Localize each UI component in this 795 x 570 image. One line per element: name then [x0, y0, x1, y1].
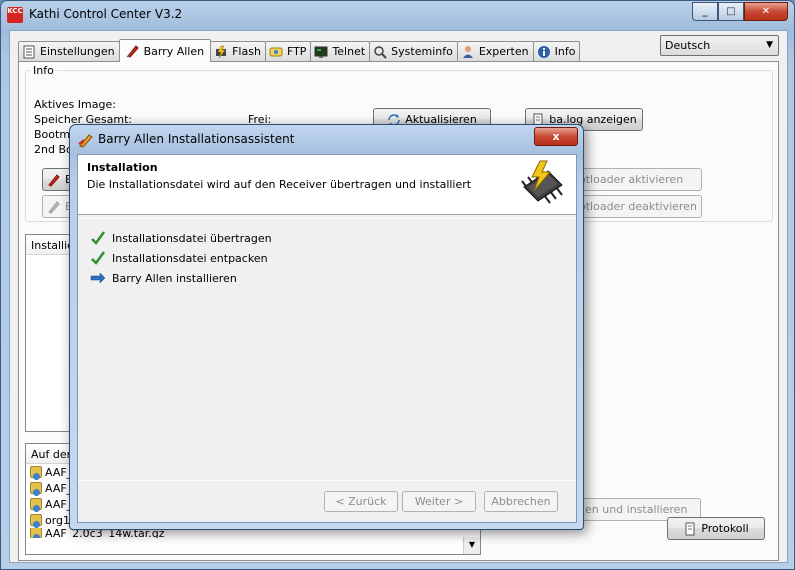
tab-label: Telnet	[332, 45, 366, 58]
archive-icon	[30, 482, 42, 496]
barry-allen-icon	[126, 45, 139, 58]
close-button[interactable]: ✕	[744, 2, 788, 21]
step-label: Installationsdatei entpacken	[112, 251, 268, 265]
cancel-button[interactable]: Abbrechen	[484, 491, 558, 512]
telnet-icon	[314, 46, 328, 58]
installer-dialog: Barry Allen Installationsassistent x Ins…	[69, 124, 584, 530]
back-button[interactable]: < Zurück	[324, 491, 398, 512]
tab-label: Barry Allen	[143, 44, 205, 58]
tab-barry-allen[interactable]: Barry Allen	[118, 39, 212, 62]
step-unpack: Installationsdatei entpacken	[90, 248, 272, 268]
tab-telnet[interactable]: Telnet	[310, 41, 371, 61]
barry-allen-icon	[48, 173, 60, 187]
active-image-label: Aktives Image:	[34, 98, 116, 111]
minimize-button[interactable]: _	[692, 2, 718, 21]
checkmark-icon	[91, 251, 106, 265]
tab-bar: Einstellungen Barry Allen Flash FTP Teln…	[18, 39, 581, 62]
checkmark-icon	[91, 231, 106, 245]
chevron-down-icon: ▼	[766, 40, 773, 50]
bootloader-activate-button[interactable]: otloader aktivieren	[566, 168, 702, 191]
tab-ftp[interactable]: FTP	[264, 41, 312, 61]
info-icon	[537, 45, 550, 58]
step-install: Barry Allen installieren	[90, 268, 272, 288]
dialog-client-area: Installation Die Installationsdatei wird…	[77, 154, 577, 523]
tab-systeminfo[interactable]: Systeminfo	[369, 41, 458, 61]
app-logo-icon: KCC	[7, 7, 23, 23]
settings-icon	[23, 45, 35, 58]
tab-info[interactable]: Info	[532, 41, 581, 61]
dialog-header: Installation Die Installationsdatei wird…	[78, 155, 576, 215]
barry-allen-icon	[78, 134, 93, 148]
window-controls: _ □ ✕	[692, 2, 788, 21]
download-install-label: den und installieren	[578, 503, 688, 516]
tab-label: Info	[554, 45, 576, 58]
chip-icon	[521, 160, 563, 204]
dialog-title: Barry Allen Installationsassistent	[98, 132, 295, 146]
barry-allen-disabled-icon	[48, 200, 60, 214]
experten-icon	[462, 45, 473, 58]
protokoll-button[interactable]: Protokoll	[667, 517, 765, 540]
maximize-button[interactable]: □	[718, 2, 744, 21]
tab-label: Einstellungen	[40, 45, 115, 58]
bootloader-deactivate-label: otloader deaktivieren	[579, 200, 697, 213]
step-label: Barry Allen installieren	[112, 271, 237, 285]
protokoll-label: Protokoll	[701, 522, 749, 535]
tab-einstellungen[interactable]: Einstellungen	[18, 41, 120, 61]
document-icon	[685, 522, 695, 535]
flash-icon	[216, 45, 227, 58]
tab-label: Experten	[478, 45, 529, 58]
dialog-header-title: Installation	[87, 161, 158, 174]
tab-label: FTP	[286, 45, 307, 58]
arrow-right-icon	[90, 272, 106, 284]
tab-label: Systeminfo	[391, 45, 453, 58]
step-transfer: Installationsdatei übertragen	[90, 228, 272, 248]
dialog-close-button[interactable]: x	[534, 127, 578, 146]
tab-experten[interactable]: Experten	[456, 41, 534, 61]
next-button[interactable]: Weiter >	[402, 491, 476, 512]
tab-label: Flash	[232, 45, 261, 58]
ftp-icon	[269, 47, 283, 56]
footer-separator	[78, 480, 576, 481]
archive-icon	[30, 528, 42, 538]
tab-flash[interactable]: Flash	[210, 41, 266, 61]
scroll-down-arrow[interactable]: ▼	[463, 537, 480, 554]
language-select[interactable]: Deutsch ▼	[660, 35, 779, 56]
header-separator	[78, 218, 576, 219]
dialog-header-subtitle: Die Installationsdatei wird auf den Rece…	[87, 178, 472, 191]
bootloader-deactivate-button[interactable]: otloader deaktivieren	[566, 195, 702, 218]
info-group-legend: Info	[30, 64, 57, 77]
install-steps: Installationsdatei übertragen Installati…	[90, 228, 272, 288]
bootloader-activate-label: otloader aktivieren	[579, 173, 684, 186]
window-title: Kathi Control Center V3.2	[29, 7, 183, 21]
step-label: Installationsdatei übertragen	[112, 231, 272, 245]
archive-icon	[30, 498, 42, 512]
title-bar[interactable]: KCC Kathi Control Center V3.2 _ □ ✕	[1, 1, 794, 29]
systeminfo-icon	[374, 45, 387, 59]
archive-icon	[30, 466, 42, 480]
archive-icon	[30, 514, 42, 528]
language-value: Deutsch	[665, 39, 711, 52]
